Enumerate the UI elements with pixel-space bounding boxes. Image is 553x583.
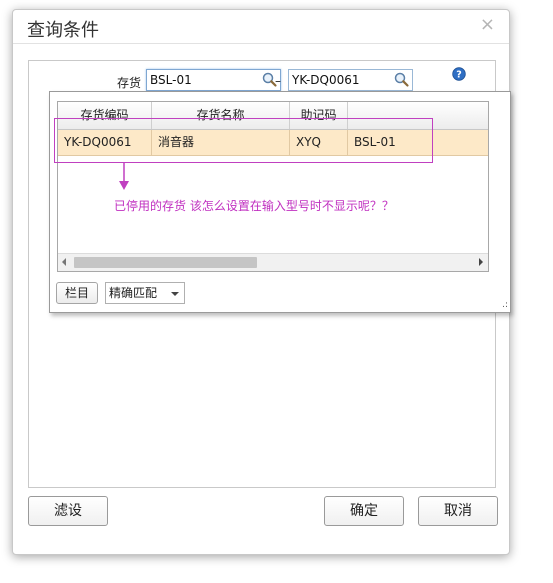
column-header-code[interactable]: 存货编码 bbox=[58, 102, 152, 129]
help-icon[interactable]: ? bbox=[452, 67, 466, 81]
column-settings-button[interactable]: 栏目 bbox=[56, 282, 98, 304]
dialog-title: 查询条件 bbox=[27, 20, 99, 41]
ok-button[interactable]: 确定 bbox=[324, 496, 404, 526]
inventory-field-label: 存货 bbox=[117, 76, 142, 90]
chevron-down-icon bbox=[171, 292, 179, 296]
column-header-mnemonic[interactable]: 助记码 bbox=[290, 102, 348, 129]
scroll-left-icon[interactable] bbox=[62, 258, 66, 266]
column-header-extra[interactable] bbox=[348, 102, 488, 129]
resize-grip-icon[interactable]: .: bbox=[502, 301, 508, 310]
match-mode-select[interactable]: 精确匹配 bbox=[105, 282, 185, 304]
cell-mnemonic: XYQ bbox=[290, 130, 348, 155]
range-separator: – bbox=[275, 74, 281, 88]
horizontal-scrollbar[interactable] bbox=[58, 253, 488, 271]
cell-inventory-code: YK-DQ0061 bbox=[58, 130, 152, 155]
filter-settings-button[interactable]: 滤设 bbox=[28, 496, 108, 526]
close-icon[interactable]: × bbox=[480, 14, 495, 36]
annotation-text: 已停用的存货 该怎么设置在输入型号时不显示呢？？ bbox=[114, 199, 394, 213]
scroll-thumb[interactable] bbox=[74, 257, 257, 268]
grid-header: 存货编码 存货名称 助记码 bbox=[58, 102, 488, 130]
query-dialog: 查询条件 × 存货 – ? 存货编码 存货名称 助记码 YK-DQ0061 消音… bbox=[12, 9, 511, 555]
magnifier-icon[interactable] bbox=[392, 70, 412, 90]
cancel-button[interactable]: 取消 bbox=[418, 496, 498, 526]
match-mode-value: 精确匹配 bbox=[109, 286, 158, 300]
svg-text:?: ? bbox=[456, 69, 462, 80]
cell-extra: BSL-01 bbox=[354, 135, 396, 149]
title-divider bbox=[13, 43, 509, 44]
cell-inventory-name: 消音器 bbox=[152, 130, 290, 155]
scroll-right-icon[interactable] bbox=[479, 258, 483, 266]
table-row[interactable]: YK-DQ0061 消音器 XYQ BSL-01 bbox=[58, 130, 488, 156]
inventory-grid: 存货编码 存货名称 助记码 YK-DQ0061 消音器 XYQ BSL-01 bbox=[57, 101, 489, 272]
column-header-name[interactable]: 存货名称 bbox=[152, 102, 290, 129]
